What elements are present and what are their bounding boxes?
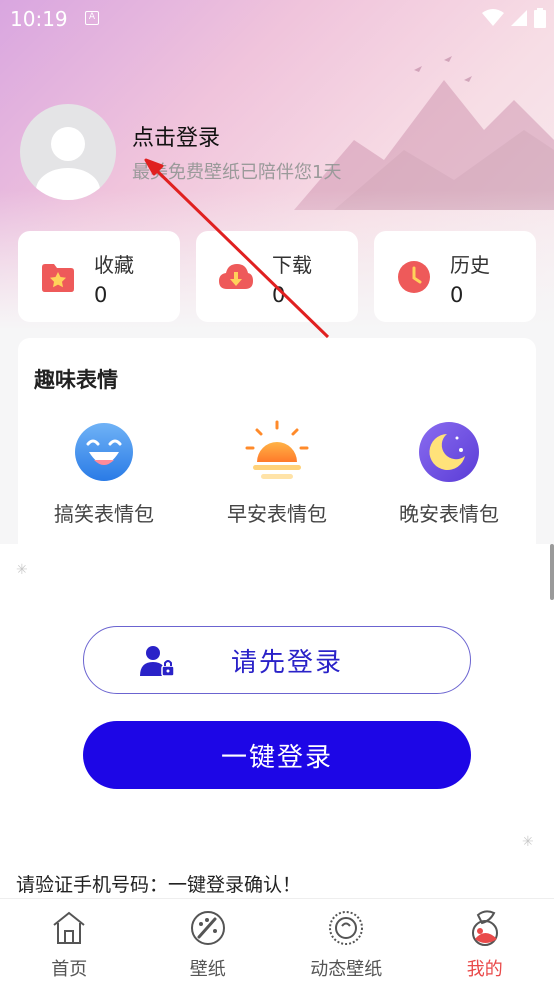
laughing-face-icon [75,423,133,481]
palette-icon [190,911,225,945]
sparkle-icon: ✳ [522,834,534,850]
sticker-label: 早安表情包 [227,502,327,526]
stat-history[interactable]: 历史 0 [374,231,536,322]
status-time: 10:19 [10,7,68,31]
avatar[interactable] [20,104,116,200]
fun-stickers-card: 趣味表情 搞笑表情包 早安表情包 晚安表情包 [18,338,536,558]
moon-night-icon [419,422,479,482]
tab-wallpaper[interactable]: 壁纸 [139,899,278,984]
stat-value: 0 [272,283,286,307]
dynamic-wallpaper-icon [329,911,364,945]
stat-favorites[interactable]: 收藏 0 [18,231,180,322]
sunrise-icon [245,420,309,479]
tab-mine[interactable]: 我的 [416,899,554,984]
user-lock-icon [140,646,175,677]
sticker-label: 晚安表情包 [399,502,499,526]
stat-label: 历史 [450,253,490,277]
stats-row: 收藏 0 下载 0 历史 0 [18,231,536,322]
profile-icon [471,910,498,946]
scrollbar[interactable] [550,544,554,600]
please-login-label: 请先登录 [230,647,343,678]
sticker-morning[interactable]: 早安表情包 [197,420,357,527]
login-title[interactable]: 点击登录 [132,120,341,152]
tab-label: 壁纸 [189,959,226,980]
sticker-funny[interactable]: 搞笑表情包 [24,420,184,527]
please-login-button[interactable]: 请先登录 [83,626,471,694]
tab-live-wallpaper[interactable]: 动态壁纸 [277,899,416,984]
tab-label: 首页 [51,959,88,980]
status-bar: 10:19 A [0,0,554,38]
bottom-tab-bar: 首页 壁纸 动态壁纸 我的 [0,898,554,984]
status-icons [482,8,546,28]
profile-section[interactable]: 点击登录 最美免费壁纸已陪伴您1天 [20,104,341,200]
stat-value: 0 [94,283,108,307]
favorite-folder-icon [42,264,74,292]
tab-label: 动态壁纸 [310,959,383,980]
notification-a-icon: A [85,11,99,25]
tab-home[interactable]: 首页 [0,899,139,984]
home-icon [53,911,85,944]
stat-value: 0 [450,283,464,307]
login-subtitle: 最美免费壁纸已陪伴您1天 [132,162,342,183]
stat-downloads[interactable]: 下载 0 [196,231,358,322]
battery-icon [534,8,546,28]
sticker-label: 搞笑表情包 [54,502,154,526]
sticker-night[interactable]: 晚安表情包 [369,420,529,527]
one-click-login-button[interactable]: 一键登录 [83,721,471,789]
default-user-icon [36,127,100,200]
sparkle-icon: ✳ [16,562,28,578]
fun-stickers-title: 趣味表情 [34,368,118,392]
tab-label: 我的 [466,959,503,980]
verify-phone-text: 请验证手机号码：一键登录确认！ [16,874,302,896]
wifi-icon [482,9,504,26]
stat-label: 收藏 [94,253,134,277]
clock-icon [398,261,430,293]
stat-label: 下载 [272,253,312,277]
download-cloud-icon [219,264,253,289]
signal-icon [511,10,527,26]
